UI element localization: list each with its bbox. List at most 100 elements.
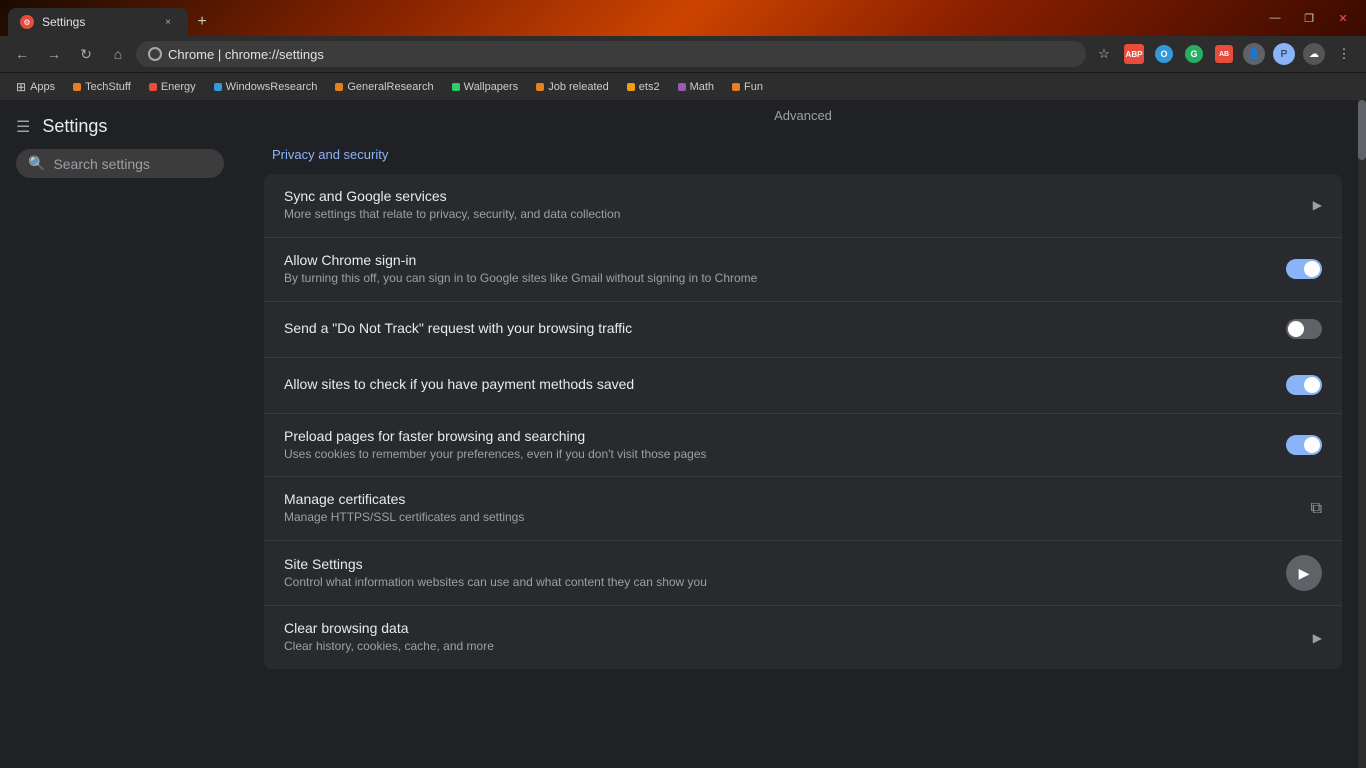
bookmark-label: Job releated [548,81,609,93]
minimize-button[interactable]: — [1260,8,1290,28]
search-input[interactable] [53,156,212,172]
sync-icon[interactable]: ☁ [1300,40,1328,68]
bookmark-dot [678,83,686,91]
bookmark-ets2[interactable]: ets2 [619,79,668,95]
tab-close-button[interactable]: × [160,14,176,30]
bookmark-techstuff[interactable]: TechStuff [65,79,139,95]
row-title-certificates: Manage certificates [284,491,1311,507]
site-settings-circle-button[interactable]: ▶ [1286,555,1322,591]
settings-row-sync[interactable]: Sync and Google services More settings t… [264,174,1342,238]
toggle-donottrack[interactable] [1286,319,1322,339]
abp-extension-icon[interactable]: ABP [1120,40,1148,68]
bookmark-dot [335,83,343,91]
reload-button[interactable]: ↻ [72,40,100,68]
row-text-cleardata: Clear browsing data Clear history, cooki… [284,620,1313,655]
settings-row-donottrack[interactable]: Send a "Do Not Track" request with your … [264,302,1342,358]
settings-row-sitesettings[interactable]: Site Settings Control what information w… [264,541,1342,606]
bookmark-apps[interactable]: ⊞ Apps [8,78,63,96]
bookmark-label: Math [690,81,714,93]
scrollbar-thumb[interactable] [1358,100,1366,160]
bookmark-label: Wallpapers [464,81,519,93]
settings-row-payment[interactable]: Allow sites to check if you have payment… [264,358,1342,414]
row-control-certificates: ⧉ [1311,500,1322,518]
toolbar-actions: ☆ ABP O G AB 👤 P ☁ ⋮ [1090,40,1358,68]
sidebar-menu-icon[interactable]: ☰ [16,117,30,137]
row-control-preload[interactable] [1286,435,1322,455]
bookmark-math[interactable]: Math [670,79,722,95]
row-text-sitesettings: Site Settings Control what information w… [284,556,1286,591]
settings-row-signin[interactable]: Allow Chrome sign-in By turning this off… [264,238,1342,302]
browser-toolbar: ← → ↻ ⌂ Chrome | chrome://settings ☆ ABP… [0,36,1366,72]
bookmark-dot [627,83,635,91]
row-control-donottrack[interactable] [1286,319,1322,339]
opera-extension-icon[interactable]: O [1150,40,1178,68]
bookmark-dot [732,83,740,91]
sidebar-header: ☰ Settings [0,108,240,149]
bookmark-label: GeneralResearch [347,81,433,93]
omnibar[interactable]: Chrome | chrome://settings [136,41,1086,67]
bookmark-dot [452,83,460,91]
new-tab-button[interactable]: + [188,8,216,36]
row-text-signin: Allow Chrome sign-in By turning this off… [284,252,1286,287]
search-icon: 🔍 [28,155,45,172]
arrow-icon: ▶ [1313,198,1322,212]
bookmark-dot [214,83,222,91]
row-control-signin[interactable] [1286,259,1322,279]
row-text-sync: Sync and Google services More settings t… [284,188,1313,223]
external-link-icon: ⧉ [1311,500,1322,518]
bookmark-label: Energy [161,81,196,93]
bookmark-wallpapers[interactable]: Wallpapers [444,79,527,95]
row-text-payment: Allow sites to check if you have payment… [284,376,1286,394]
tab-strip: ⚙ Settings × + [8,0,1256,36]
settings-row-preload[interactable]: Preload pages for faster browsing and se… [264,414,1342,478]
row-control-sync: ▶ [1313,198,1322,212]
toggle-payment[interactable] [1286,375,1322,395]
row-subtitle-sitesettings: Control what information websites can us… [284,574,1286,591]
browser-name: Chrome [168,47,214,62]
forward-button[interactable]: → [40,40,68,68]
row-title-cleardata: Clear browsing data [284,620,1313,636]
account-icon[interactable]: 👤 [1240,40,1268,68]
active-tab[interactable]: ⚙ Settings × [8,8,188,36]
extension-icon-3[interactable]: G [1180,40,1208,68]
security-icon [148,47,162,61]
search-bar[interactable]: 🔍 [16,149,224,178]
settings-row-cleardata[interactable]: Clear browsing data Clear history, cooki… [264,606,1342,669]
row-control-sitesettings[interactable]: ▶ [1286,555,1322,591]
bookmark-jobreleated[interactable]: Job releated [528,79,617,95]
row-title-sync: Sync and Google services [284,188,1313,204]
bookmark-dot [149,83,157,91]
tab-favicon: ⚙ [20,15,34,29]
toggle-preload[interactable] [1286,435,1322,455]
row-title-preload: Preload pages for faster browsing and se… [284,428,1286,444]
row-title-donottrack: Send a "Do Not Track" request with your … [284,320,1286,336]
menu-button[interactable]: ⋮ [1330,40,1358,68]
close-button[interactable]: ✕ [1328,8,1358,28]
advanced-label: Advanced [240,100,1366,139]
back-button[interactable]: ← [8,40,36,68]
url-display: Chrome | chrome://settings [168,47,1074,62]
window-controls: — ❐ ✕ [1260,8,1358,28]
bookmark-label: TechStuff [85,81,131,93]
bookmark-dot [536,83,544,91]
scrollbar-track[interactable] [1358,100,1366,768]
settings-row-certificates[interactable]: Manage certificates Manage HTTPS/SSL cer… [264,477,1342,541]
bookmark-fun[interactable]: Fun [724,79,771,95]
restore-button[interactable]: ❐ [1294,8,1324,28]
row-subtitle-preload: Uses cookies to remember your preference… [284,446,1286,463]
star-button[interactable]: ☆ [1090,40,1118,68]
profile-icon[interactable]: P [1270,40,1298,68]
row-control-payment[interactable] [1286,375,1322,395]
url-text: chrome://settings [225,47,324,62]
bookmark-energy[interactable]: Energy [141,79,204,95]
row-control-cleardata: ▶ [1313,631,1322,645]
bookmark-windowsresearch[interactable]: WindowsResearch [206,79,326,95]
home-button[interactable]: ⌂ [104,40,132,68]
extension-icon-4[interactable]: AB [1210,40,1238,68]
bookmark-label: Apps [30,81,55,93]
bookmark-label: Fun [744,81,763,93]
bookmark-generalresearch[interactable]: GeneralResearch [327,79,441,95]
toggle-signin[interactable] [1286,259,1322,279]
row-subtitle-certificates: Manage HTTPS/SSL certificates and settin… [284,509,1311,526]
bookmark-dot [73,83,81,91]
